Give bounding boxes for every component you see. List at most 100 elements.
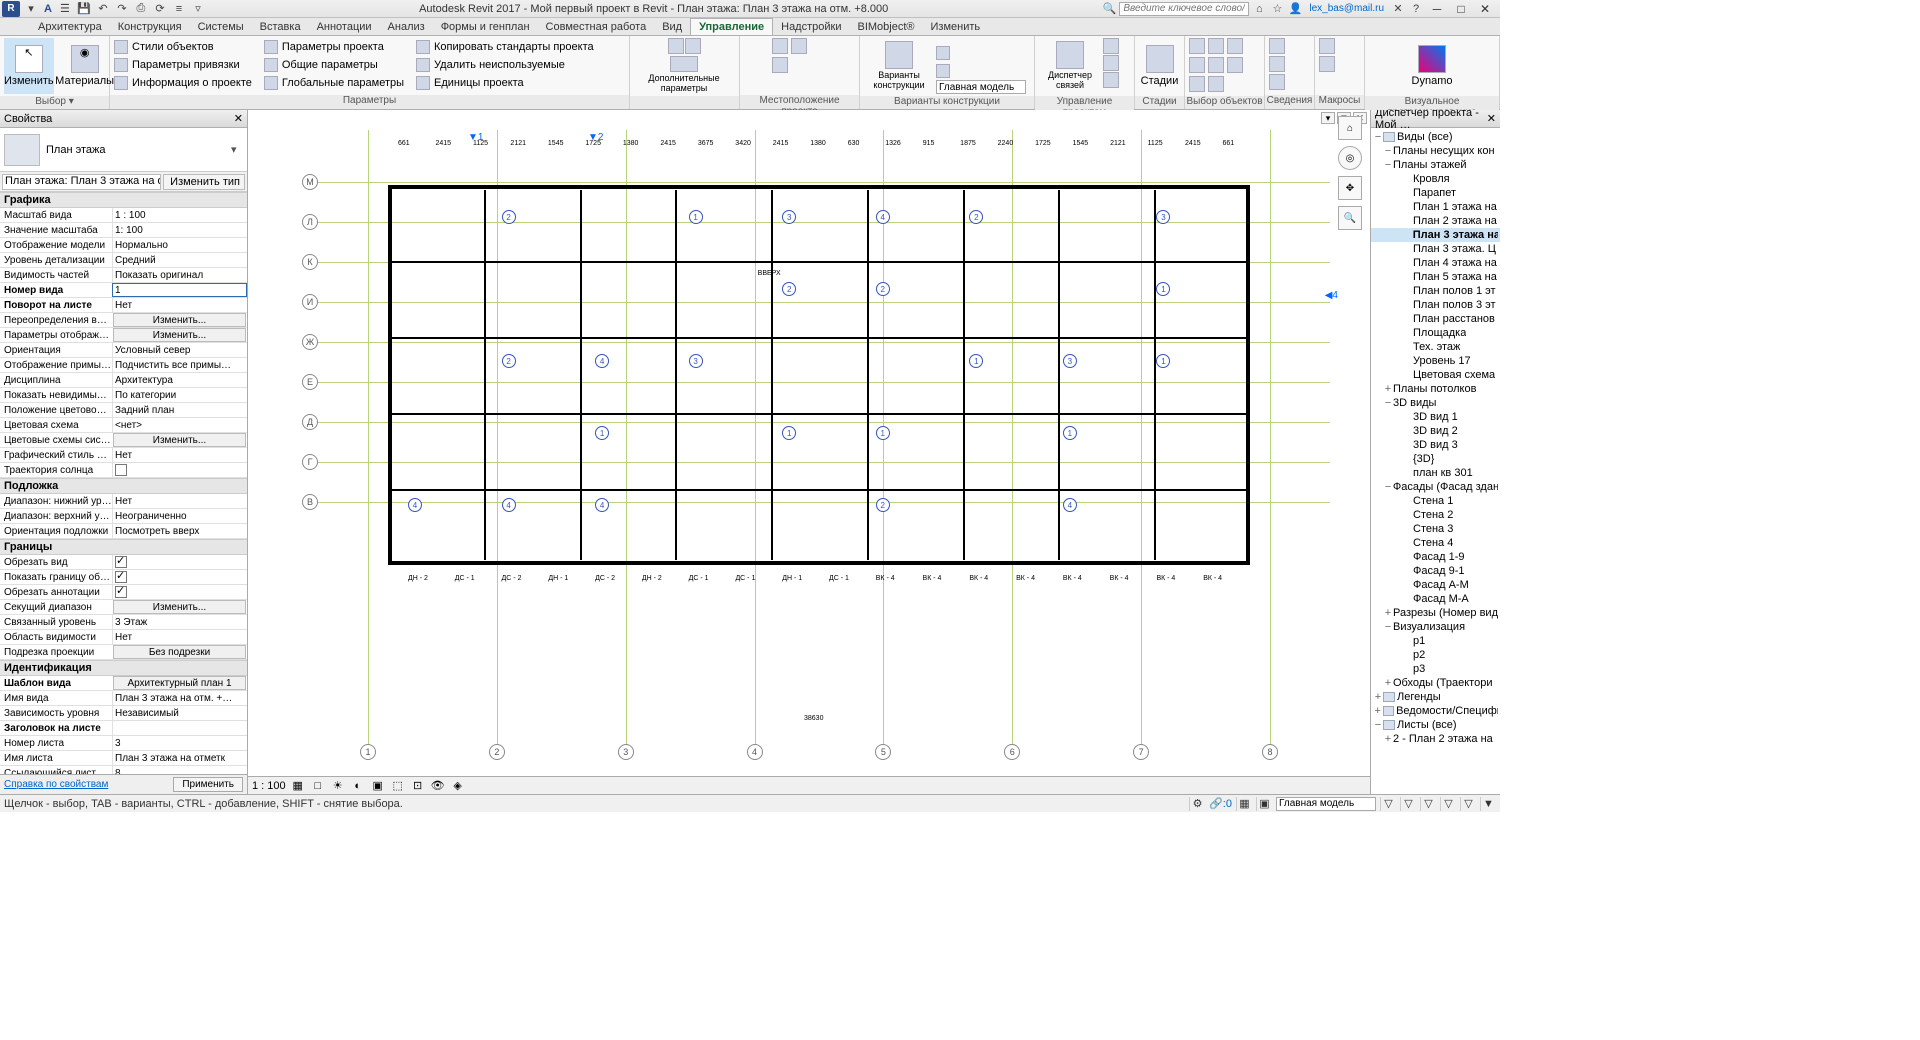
- door-tag[interactable]: ДС - 1: [455, 575, 475, 582]
- hide-icon[interactable]: 👁: [430, 779, 446, 793]
- type-selector[interactable]: План этажа ▾: [0, 128, 247, 172]
- visual-style-icon[interactable]: □: [310, 779, 326, 793]
- settings-small-1[interactable]: [668, 38, 684, 54]
- checkbox[interactable]: [115, 586, 127, 598]
- room-tag[interactable]: 2: [876, 282, 890, 296]
- tab-вставка[interactable]: Вставка: [252, 19, 309, 35]
- tree-item[interactable]: План 2 этажа на: [1371, 214, 1500, 228]
- tree-toggle[interactable]: −: [1373, 131, 1383, 143]
- tree-item[interactable]: 3D вид 3: [1371, 438, 1500, 452]
- tree-item[interactable]: Фасад 1-9: [1371, 550, 1500, 564]
- tree-item[interactable]: Площадка: [1371, 326, 1500, 340]
- tab-конструкция[interactable]: Конструкция: [110, 19, 190, 35]
- mp-small-3[interactable]: [1103, 72, 1119, 88]
- tree-item[interactable]: Фасад М-А: [1371, 592, 1500, 606]
- prop-value[interactable]: Нет: [112, 448, 247, 462]
- tree-item[interactable]: Тех. этаж: [1371, 340, 1500, 354]
- location-icon-3[interactable]: [772, 57, 788, 73]
- sb-design-combo[interactable]: [1276, 797, 1376, 811]
- room-tag[interactable]: 4: [595, 354, 609, 368]
- tree-item[interactable]: 3D вид 2: [1371, 424, 1500, 438]
- dimension-text[interactable]: 915: [923, 140, 935, 147]
- tree-item[interactable]: +Легенды: [1371, 690, 1500, 704]
- prop-value[interactable]: <нет>: [112, 418, 247, 432]
- tree-item[interactable]: Стена 1: [1371, 494, 1500, 508]
- dimension-text[interactable]: 2240: [998, 140, 1014, 147]
- prop-value[interactable]: Условный север: [112, 343, 247, 357]
- room-tag[interactable]: 2: [876, 498, 890, 512]
- tree-item[interactable]: План полов 1 эт: [1371, 284, 1500, 298]
- subscribe-icon[interactable]: ⌂: [1251, 1, 1267, 17]
- tree-toggle[interactable]: −: [1383, 621, 1393, 633]
- door-tag[interactable]: ДС - 1: [689, 575, 709, 582]
- macro-2[interactable]: [1319, 56, 1335, 72]
- prop-value[interactable]: 1 : 100: [112, 208, 247, 222]
- qat-redo-icon[interactable]: ↷: [114, 1, 130, 17]
- prop-value[interactable]: [112, 585, 247, 599]
- edit-type-button[interactable]: Изменить тип: [163, 174, 245, 190]
- render-icon[interactable]: ▣: [370, 779, 386, 793]
- tree-item[interactable]: −Планы несущих кон: [1371, 144, 1500, 158]
- dimension-text[interactable]: 661: [398, 140, 410, 147]
- tree-toggle[interactable]: −: [1383, 145, 1393, 157]
- tree-item[interactable]: План 4 этажа на: [1371, 256, 1500, 270]
- tab-формы и генплан[interactable]: Формы и генплан: [433, 19, 538, 35]
- tree-item[interactable]: р2: [1371, 648, 1500, 662]
- comm-icon[interactable]: ☆: [1269, 1, 1285, 17]
- maximize-button[interactable]: □: [1450, 1, 1472, 17]
- sb-filter-2[interactable]: ▽: [1400, 797, 1416, 811]
- door-tag[interactable]: ДН - 1: [782, 575, 802, 582]
- tree-toggle[interactable]: +: [1383, 383, 1393, 395]
- tree-item[interactable]: −Планы этажей: [1371, 158, 1500, 172]
- instance-selector[interactable]: План этажа: План 3 этажа на отм ▾: [2, 174, 161, 190]
- scale-display[interactable]: 1 : 100: [252, 780, 286, 792]
- tree-item[interactable]: +2 - План 2 этажа на: [1371, 732, 1500, 746]
- prop-value[interactable]: Изменить...: [113, 328, 246, 342]
- mp-small-1[interactable]: [1103, 38, 1119, 54]
- tree-item[interactable]: Стена 2: [1371, 508, 1500, 522]
- grid-bubble[interactable]: К: [302, 254, 318, 270]
- prop-value[interactable]: Изменить...: [113, 313, 246, 327]
- qat-dropdown[interactable]: ▾: [23, 1, 39, 17]
- sb-filter-5[interactable]: ▽: [1460, 797, 1476, 811]
- tree-toggle[interactable]: −: [1383, 397, 1393, 409]
- checkbox[interactable]: [115, 571, 127, 583]
- sel-3[interactable]: [1227, 38, 1243, 54]
- dimension-text[interactable]: 2121: [1110, 140, 1126, 147]
- help-icon[interactable]: ?: [1408, 1, 1424, 17]
- door-tag[interactable]: ВК - 4: [876, 575, 895, 582]
- materials-button[interactable]: ◉ Материалы: [56, 38, 114, 94]
- grid-bubble[interactable]: Ж: [302, 334, 318, 350]
- reveal-icon[interactable]: ◈: [450, 779, 466, 793]
- tree-toggle[interactable]: −: [1373, 719, 1383, 731]
- sel-2[interactable]: [1208, 38, 1224, 54]
- app-icon[interactable]: R: [2, 1, 20, 17]
- sb-design-icon[interactable]: ▣: [1256, 797, 1272, 811]
- sel-4[interactable]: [1189, 57, 1205, 73]
- tree-item[interactable]: Фасад А-М: [1371, 578, 1500, 592]
- tree-toggle[interactable]: +: [1383, 677, 1393, 689]
- qat-more-icon[interactable]: ▿: [190, 1, 206, 17]
- door-tag[interactable]: ДН - 2: [642, 575, 662, 582]
- prop-value[interactable]: Независимый: [112, 706, 247, 720]
- nav-pan-icon[interactable]: ✥: [1338, 176, 1362, 200]
- tab-управление[interactable]: Управление: [690, 18, 773, 35]
- tab-анализ[interactable]: Анализ: [380, 19, 433, 35]
- tree-item[interactable]: +Планы потолков: [1371, 382, 1500, 396]
- grid-bubble[interactable]: 5: [875, 744, 891, 760]
- tree-item[interactable]: План 1 этажа на: [1371, 200, 1500, 214]
- location-icon-2[interactable]: [791, 38, 807, 54]
- exchange-icon[interactable]: ✕: [1390, 1, 1406, 17]
- prop-value[interactable]: Посмотреть вверх: [112, 524, 247, 538]
- sun-path-icon[interactable]: ☀: [330, 779, 346, 793]
- ribbon-cmd[interactable]: Параметры привязки: [114, 56, 252, 74]
- settings-small-2[interactable]: [685, 38, 701, 54]
- sb-worksets-icon[interactable]: ⚙: [1189, 797, 1205, 811]
- prop-value[interactable]: План 3 этажа на отм. +…: [112, 691, 247, 705]
- tab-архитектура[interactable]: Архитектура: [30, 19, 110, 35]
- tree-item[interactable]: 3D вид 1: [1371, 410, 1500, 424]
- tree-item[interactable]: Стена 4: [1371, 536, 1500, 550]
- search-input[interactable]: [1119, 2, 1249, 16]
- tree-item[interactable]: +Обходы (Траектори: [1371, 676, 1500, 690]
- room-tag[interactable]: 4: [595, 498, 609, 512]
